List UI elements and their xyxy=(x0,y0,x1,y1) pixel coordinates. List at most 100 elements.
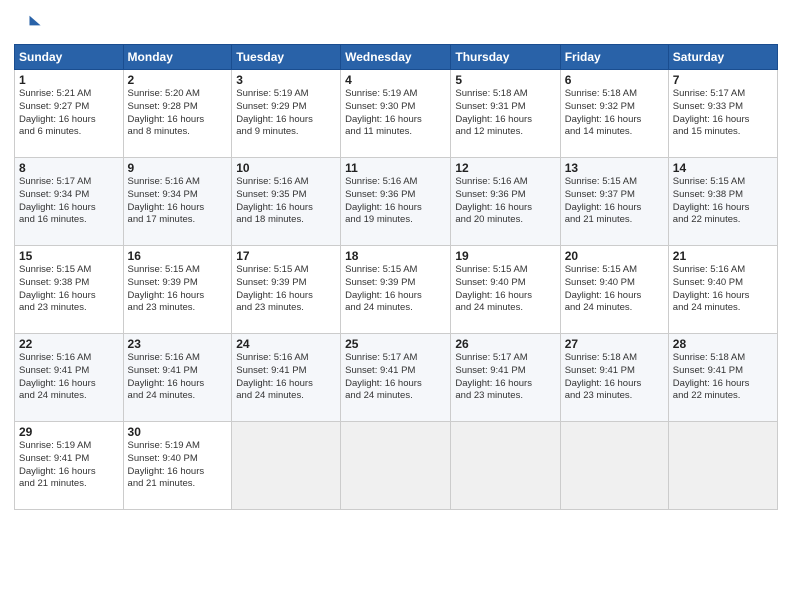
day-number: 1 xyxy=(19,73,119,87)
daylight-label: Daylight: 16 hours xyxy=(455,290,532,301)
daylight-minutes: and 24 minutes. xyxy=(128,390,196,401)
daylight-label: Daylight: 16 hours xyxy=(673,290,750,301)
calendar-cell: 26Sunrise: 5:17 AMSunset: 9:41 PMDayligh… xyxy=(451,334,560,422)
calendar-cell: 28Sunrise: 5:18 AMSunset: 9:41 PMDayligh… xyxy=(668,334,777,422)
calendar-cell xyxy=(668,422,777,510)
daylight-label: Daylight: 16 hours xyxy=(673,378,750,389)
calendar-table: SundayMondayTuesdayWednesdayThursdayFrid… xyxy=(14,44,778,510)
calendar-cell: 21Sunrise: 5:16 AMSunset: 9:40 PMDayligh… xyxy=(668,246,777,334)
sunset-label: Sunset: 9:39 PM xyxy=(345,277,415,288)
day-info: Sunrise: 5:16 AM Sunset: 9:36 PM Daylight:… xyxy=(345,176,446,227)
sunset-label: Sunset: 9:40 PM xyxy=(565,277,635,288)
daylight-minutes: and 21 minutes. xyxy=(19,478,87,489)
sunrise-label: Sunrise: 5:15 AM xyxy=(673,176,745,187)
daylight-minutes: and 22 minutes. xyxy=(673,390,741,401)
sunset-label: Sunset: 9:41 PM xyxy=(236,365,306,376)
day-info: Sunrise: 5:16 AMSunset: 9:41 PMDaylight:… xyxy=(236,352,336,403)
day-number: 7 xyxy=(673,73,773,87)
sunrise-label: Sunrise: 5:18 AM xyxy=(565,352,637,363)
calendar-cell: 22Sunrise: 5:16 AMSunset: 9:41 PMDayligh… xyxy=(15,334,124,422)
sunrise-label: Sunrise: 5:17 AM xyxy=(19,176,91,187)
day-number: 9 xyxy=(128,161,228,175)
sunset-label: Sunset: 9:40 PM xyxy=(455,277,525,288)
weekday-header-friday: Friday xyxy=(560,45,668,70)
logo xyxy=(14,10,46,38)
calendar-cell xyxy=(560,422,668,510)
calendar-cell: 19Sunrise: 5:15 AMSunset: 9:40 PMDayligh… xyxy=(451,246,560,334)
day-info: Sunrise: 5:16 AMSunset: 9:41 PMDaylight:… xyxy=(19,352,119,403)
sunset-label: Sunset: 9:41 PM xyxy=(345,365,415,376)
daylight-label: Daylight: 16 hours xyxy=(236,378,313,389)
sunset-label: Sunset: 9:31 PM xyxy=(455,101,525,112)
day-number: 28 xyxy=(673,337,773,351)
daylight-label: Daylight: 16 hours xyxy=(345,378,422,389)
sunrise-label: Sunrise: 5:16 AM xyxy=(345,176,417,187)
daylight-minutes: and 20 minutes. xyxy=(455,214,523,225)
daylight-minutes: and 11 minutes. xyxy=(345,126,412,137)
sunset-label: Sunset: 9:35 PM xyxy=(236,189,306,200)
calendar-cell: 14Sunrise: 5:15 AMSunset: 9:38 PMDayligh… xyxy=(668,158,777,246)
daylight-minutes: and 22 minutes. xyxy=(673,214,741,225)
daylight-minutes: and 6 minutes. xyxy=(19,126,81,137)
daylight-minutes: and 23 minutes. xyxy=(128,302,196,313)
calendar-cell: 24Sunrise: 5:16 AMSunset: 9:41 PMDayligh… xyxy=(232,334,341,422)
weekday-header-tuesday: Tuesday xyxy=(232,45,341,70)
sunrise-label: Sunrise: 5:15 AM xyxy=(236,264,308,275)
sunrise-label: Sunrise: 5:15 AM xyxy=(128,264,200,275)
daylight-label: Daylight: 16 hours xyxy=(236,202,313,213)
day-info: Sunrise: 5:16 AMSunset: 9:34 PMDaylight:… xyxy=(128,176,228,227)
sunset-label: Sunset: 9:38 PM xyxy=(673,189,743,200)
calendar-week-3: 15Sunrise: 5:15 AMSunset: 9:38 PMDayligh… xyxy=(15,246,778,334)
calendar-cell: 20Sunrise: 5:15 AM Sunset: 9:40 PM Dayligh… xyxy=(560,246,668,334)
calendar-cell: 25Sunrise: 5:17 AMSunset: 9:41 PMDayligh… xyxy=(341,334,451,422)
sunset-label: Sunset: 9:36 PM xyxy=(455,189,525,200)
day-number: 20 xyxy=(565,249,664,263)
daylight-label: Daylight: 16 hours xyxy=(19,466,96,477)
daylight-minutes: and 18 minutes. xyxy=(236,214,304,225)
day-number: 18 xyxy=(345,249,446,263)
day-info: Sunrise: 5:19 AMSunset: 9:41 PMDaylight:… xyxy=(19,440,119,491)
daylight-label: Daylight: 16 hours xyxy=(673,202,750,213)
daylight-label: Daylight: 16 hours xyxy=(19,378,96,389)
daylight-label: Daylight: 16 hours xyxy=(565,290,642,301)
calendar-cell: 27Sunrise: 5:18 AMSunset: 9:41 PMDayligh… xyxy=(560,334,668,422)
daylight-minutes: and 9 minutes. xyxy=(236,126,298,137)
sunset-label: Sunset: 9:29 PM xyxy=(236,101,306,112)
daylight-label: Daylight: 16 hours xyxy=(455,202,532,213)
day-info: Sunrise: 5:19 AMSunset: 9:30 PMDaylight:… xyxy=(345,88,446,139)
calendar-cell xyxy=(341,422,451,510)
day-number: 26 xyxy=(455,337,555,351)
daylight-label: Daylight: 16 hours xyxy=(19,114,96,125)
calendar-cell: 16Sunrise: 5:15 AMSunset: 9:39 PMDayligh… xyxy=(123,246,232,334)
day-info: Sunrise: 5:18 AMSunset: 9:41 PMDaylight:… xyxy=(565,352,664,403)
sunset-label: Sunset: 9:39 PM xyxy=(236,277,306,288)
day-number: 13 xyxy=(565,161,664,175)
day-info: Sunrise: 5:18 AMSunset: 9:31 PMDaylight:… xyxy=(455,88,555,139)
calendar-cell: 3Sunrise: 5:19 AMSunset: 9:29 PMDaylight… xyxy=(232,70,341,158)
sunrise-label: Sunrise: 5:15 AM xyxy=(565,176,637,187)
weekday-header-monday: Monday xyxy=(123,45,232,70)
sunset-label: Sunset: 9:28 PM xyxy=(128,101,198,112)
sunrise-label: Sunrise: 5:18 AM xyxy=(565,88,637,99)
daylight-label: Daylight: 16 hours xyxy=(128,290,205,301)
sunset-label: Sunset: 9:36 PM xyxy=(345,189,415,200)
sunset-label: Sunset: 9:32 PM xyxy=(565,101,635,112)
weekday-header-saturday: Saturday xyxy=(668,45,777,70)
day-number: 25 xyxy=(345,337,446,351)
day-info: Sunrise: 5:15 AMSunset: 9:40 PMDaylight:… xyxy=(455,264,555,315)
day-number: 10 xyxy=(236,161,336,175)
daylight-label: Daylight: 16 hours xyxy=(345,202,422,213)
day-info: Sunrise: 5:19 AMSunset: 9:40 PMDaylight:… xyxy=(128,440,228,491)
calendar-cell: 15Sunrise: 5:15 AMSunset: 9:38 PMDayligh… xyxy=(15,246,124,334)
calendar-cell: 8Sunrise: 5:17 AMSunset: 9:34 PMDaylight… xyxy=(15,158,124,246)
daylight-label: Daylight: 16 hours xyxy=(128,114,205,125)
daylight-minutes: and 24 minutes. xyxy=(673,302,741,313)
sunrise-label: Sunrise: 5:15 AM xyxy=(565,264,637,275)
daylight-label: Daylight: 16 hours xyxy=(345,290,422,301)
day-info: Sunrise: 5:18 AMSunset: 9:32 PMDaylight:… xyxy=(565,88,664,139)
daylight-label: Daylight: 16 hours xyxy=(345,114,422,125)
daylight-minutes: and 8 minutes. xyxy=(128,126,190,137)
sunrise-label: Sunrise: 5:16 AM xyxy=(128,176,200,187)
sunrise-label: Sunrise: 5:19 AM xyxy=(236,88,308,99)
daylight-label: Daylight: 16 hours xyxy=(455,114,532,125)
